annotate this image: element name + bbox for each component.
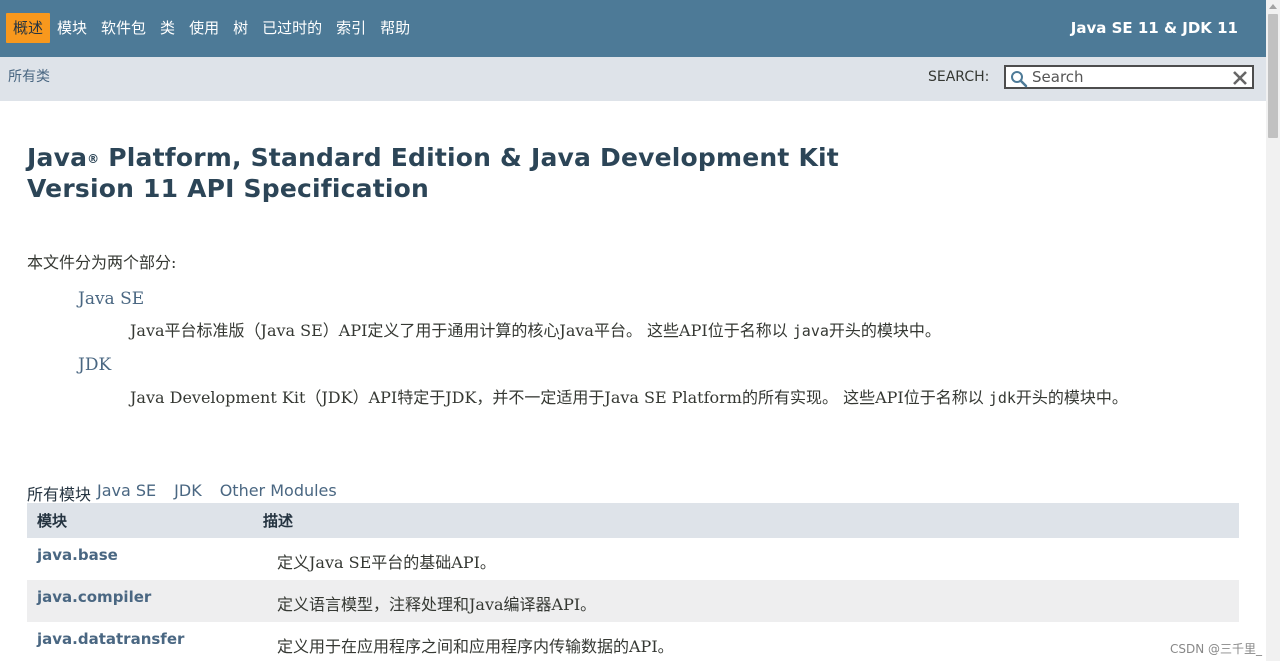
header-module: 模块 [37,512,68,530]
module-link[interactable]: java.compiler [27,588,263,606]
code-jdk: jdk [988,389,1016,407]
module-description: 定义Java SE平台的基础API。 [277,553,496,572]
search-input[interactable] [1032,67,1228,87]
top-navbar: 概述 模块 软件包 类 使用 树 已过时的 索引 帮助 Java SE 11 &… [0,0,1266,57]
module-description: 定义用于在应用程序之间和应用程序内传输数据的API。 [277,637,674,656]
title-line-2: Version 11 API Specification [27,174,430,203]
nav-item-package[interactable]: 软件包 [94,13,153,43]
tab-java-se[interactable]: Java SE [97,481,156,505]
desc-java-se: Java平台标准版（Java SE）API定义了用于通用计算的核心Java平台。… [130,321,941,340]
title-line-1: Java® Platform, Standard Edition & Java … [27,143,839,172]
brand-label: Java SE 11 & JDK 11 [1070,19,1238,37]
table-row: java.base 定义Java SE平台的基础API。 [27,538,1239,580]
code-java: java [792,322,829,340]
watermark-text: CSDN @三千里_ [1170,642,1263,656]
search-label: SEARCH: [928,69,990,85]
module-tabs: 所有模块 Java SE JDK Other Modules [27,481,355,505]
sub-navbar: 所有类 SEARCH: [0,57,1266,101]
scroll-thumb[interactable] [1268,14,1278,138]
all-classes-link[interactable]: 所有类 [8,66,50,86]
page-title: Java® Platform, Standard Edition & Java … [27,142,839,204]
nav-item-deprecated[interactable]: 已过时的 [255,13,329,43]
table-header: 模块 描述 [27,503,1239,538]
nav-item-class[interactable]: 类 [153,13,182,43]
module-table: 模块 描述 java.base 定义Java SE平台的基础API。 java.… [27,503,1239,664]
registered-mark: ® [87,152,100,166]
desc-jdk: Java Development Kit（JDK）API特定于JDK，并不一定适… [130,388,1128,407]
module-link[interactable]: java.base [27,546,263,564]
scroll-up-arrow-icon[interactable] [1269,4,1277,9]
search-box [1004,65,1254,89]
module-description: 定义语言模型，注释处理和Java编译器API。 [277,595,597,614]
reset-icon[interactable] [1231,69,1249,87]
term-jdk: JDK [78,355,112,375]
nav-item-help[interactable]: 帮助 [373,13,417,43]
nav-item-tree[interactable]: 树 [226,13,255,43]
tab-all-modules[interactable]: 所有模块 [27,481,91,505]
intro-text: 本文件分为两个部分: [27,253,177,272]
table-row: java.compiler 定义语言模型，注释处理和Java编译器API。 [27,580,1239,622]
nav-item-overview[interactable]: 概述 [6,13,51,43]
tab-other-modules[interactable]: Other Modules [220,481,337,505]
search-icon [1011,71,1028,88]
nav-menu: 概述 模块 软件包 类 使用 树 已过时的 索引 帮助 [6,13,417,43]
tab-jdk[interactable]: JDK [174,481,202,505]
nav-item-module[interactable]: 模块 [50,13,94,43]
scrollbar[interactable] [1266,0,1280,661]
nav-item-use[interactable]: 使用 [182,13,226,43]
term-java-se: Java SE [78,289,145,309]
table-row: java.datatransfer 定义用于在应用程序之间和应用程序内传输数据的… [27,622,1239,664]
header-description: 描述 [263,512,294,530]
module-link[interactable]: java.datatransfer [27,630,263,648]
nav-item-index[interactable]: 索引 [329,13,373,43]
